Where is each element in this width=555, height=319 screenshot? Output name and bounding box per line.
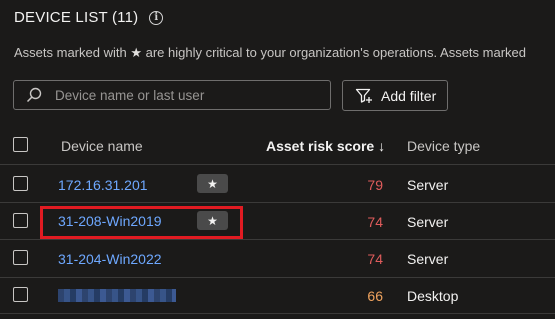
device-name-link[interactable]: 31-204-Win2022 bbox=[58, 251, 162, 267]
row-divider bbox=[0, 239, 555, 240]
row-checkbox[interactable] bbox=[13, 213, 28, 228]
search-box[interactable] bbox=[13, 80, 331, 110]
filter-add-icon bbox=[355, 87, 373, 105]
row-divider bbox=[0, 202, 555, 203]
asset-risk-score: 74 bbox=[367, 214, 383, 230]
add-filter-button[interactable]: Add filter bbox=[342, 80, 448, 111]
star-icon: ★ bbox=[130, 45, 142, 60]
row-divider bbox=[0, 277, 555, 278]
search-icon bbox=[25, 86, 43, 104]
add-filter-label: Add filter bbox=[381, 87, 437, 104]
asset-risk-score: 79 bbox=[367, 177, 383, 193]
device-type: Desktop bbox=[407, 288, 459, 304]
subtitle-prefix: Assets marked with bbox=[14, 45, 127, 60]
device-type: Server bbox=[407, 251, 449, 267]
device-type: Server bbox=[407, 177, 449, 193]
row-divider bbox=[0, 164, 555, 165]
row-checkbox[interactable] bbox=[13, 176, 28, 191]
device-list-panel: DEVICE LIST (11) i Assets marked with ★ … bbox=[0, 0, 555, 319]
device-type: Server bbox=[407, 214, 449, 230]
search-input[interactable] bbox=[53, 86, 317, 104]
row-divider bbox=[0, 313, 555, 314]
obscured-device-name-link[interactable] bbox=[58, 289, 176, 302]
info-icon[interactable]: i bbox=[149, 10, 164, 25]
column-header-asset-risk-score-label: Asset risk score bbox=[266, 138, 375, 154]
row-checkbox[interactable] bbox=[13, 250, 28, 265]
page-subtitle: Assets marked with ★ are highly critical… bbox=[14, 45, 526, 61]
asset-risk-score: 74 bbox=[367, 251, 383, 267]
column-header-device-type[interactable]: Device type bbox=[407, 138, 480, 154]
page-title-row: DEVICE LIST (11) i bbox=[14, 9, 164, 26]
device-name-link[interactable]: 172.16.31.201 bbox=[58, 177, 148, 193]
sort-descending-icon: ↓ bbox=[378, 138, 386, 154]
column-header-asset-risk-score[interactable]: Asset risk score ↓ bbox=[266, 138, 385, 154]
column-header-device-name[interactable]: Device name bbox=[61, 138, 143, 154]
highlight-box bbox=[40, 206, 243, 239]
subtitle-suffix: are highly critical to your organization… bbox=[145, 45, 526, 60]
critical-asset-star-icon: ★ bbox=[197, 174, 228, 193]
select-all-checkbox[interactable] bbox=[13, 137, 28, 152]
page-title: DEVICE LIST (11) bbox=[14, 9, 139, 26]
row-checkbox[interactable] bbox=[13, 287, 28, 302]
asset-risk-score: 66 bbox=[367, 288, 383, 304]
